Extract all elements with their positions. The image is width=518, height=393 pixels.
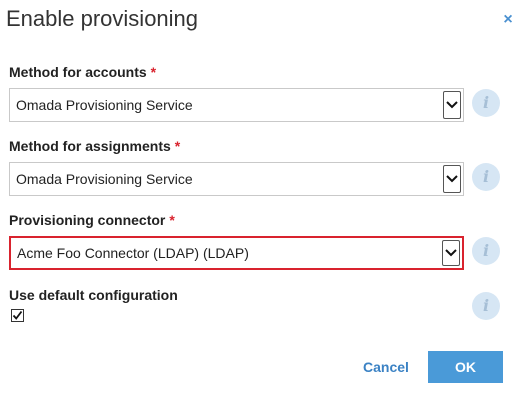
- connector-value: Acme Foo Connector (LDAP) (LDAP): [17, 245, 249, 261]
- connector-label-text: Provisioning connector: [9, 212, 166, 228]
- required-marker: *: [174, 138, 181, 154]
- info-icon[interactable]: i: [472, 292, 500, 320]
- info-icon[interactable]: i: [472, 163, 500, 191]
- assignments-method-label: Method for assignments *: [9, 138, 180, 154]
- enable-provisioning-dialog: Enable provisioning × Method for account…: [0, 0, 518, 393]
- accounts-method-label-text: Method for accounts: [9, 64, 147, 80]
- accounts-method-value: Omada Provisioning Service: [16, 97, 193, 113]
- default-config-checkbox[interactable]: [11, 309, 24, 322]
- required-marker: *: [150, 64, 157, 80]
- assignments-method-label-text: Method for assignments: [9, 138, 171, 154]
- info-icon[interactable]: i: [472, 89, 500, 117]
- connector-label: Provisioning connector *: [9, 212, 175, 228]
- connector-select[interactable]: Acme Foo Connector (LDAP) (LDAP): [9, 236, 464, 270]
- accounts-method-select[interactable]: Omada Provisioning Service: [9, 88, 464, 122]
- accounts-method-label: Method for accounts *: [9, 64, 156, 80]
- assignments-method-select[interactable]: Omada Provisioning Service: [9, 162, 464, 196]
- close-icon[interactable]: ×: [500, 12, 516, 28]
- info-icon[interactable]: i: [472, 237, 500, 265]
- cancel-button[interactable]: Cancel: [352, 351, 420, 383]
- ok-button[interactable]: OK: [428, 351, 503, 383]
- chevron-down-icon[interactable]: [442, 240, 460, 266]
- default-config-label: Use default configuration: [9, 287, 178, 303]
- assignments-method-value: Omada Provisioning Service: [16, 171, 193, 187]
- chevron-down-icon[interactable]: [443, 91, 461, 119]
- dialog-title: Enable provisioning: [6, 6, 199, 31]
- required-marker: *: [169, 212, 175, 228]
- chevron-down-icon[interactable]: [443, 165, 461, 193]
